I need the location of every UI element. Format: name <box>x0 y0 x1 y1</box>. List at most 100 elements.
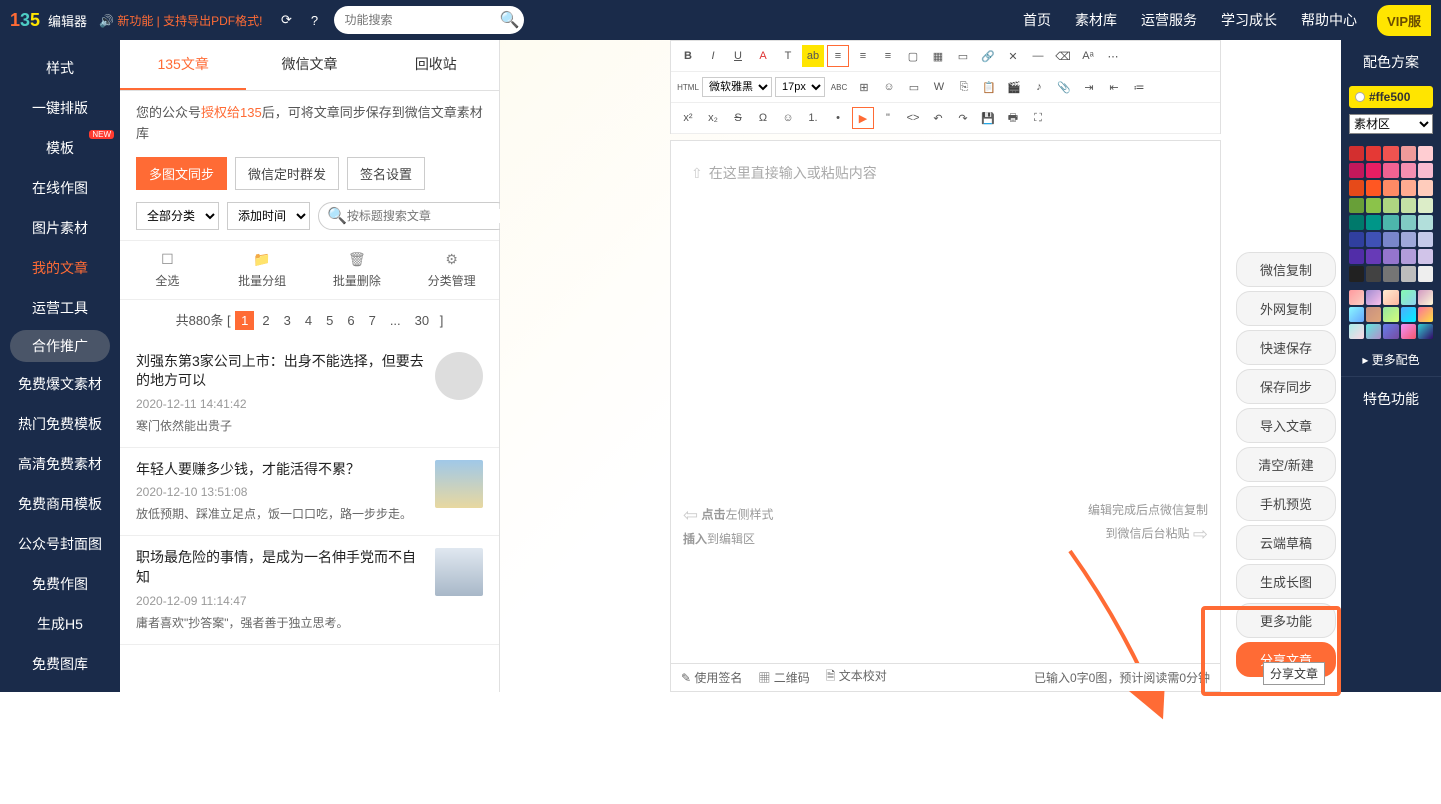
sup-icon[interactable]: x² <box>677 107 699 129</box>
color-swatch[interactable] <box>1401 266 1416 281</box>
color-swatch[interactable] <box>1349 163 1364 178</box>
tab-trash[interactable]: 回收站 <box>373 40 499 90</box>
color-swatch[interactable] <box>1418 163 1433 178</box>
action-button[interactable]: 清空/新建 <box>1236 447 1336 482</box>
features-title[interactable]: 特色功能 <box>1341 376 1441 421</box>
color-swatch[interactable] <box>1383 215 1398 230</box>
table-icon[interactable]: ⊞ <box>853 76 875 98</box>
sidenav-item[interactable]: 生成H5 <box>0 604 120 644</box>
save-icon[interactable]: 💾 <box>977 107 999 129</box>
help-icon[interactable]: ? <box>303 9 325 31</box>
color-swatch[interactable] <box>1401 232 1416 247</box>
action-button[interactable]: 保存同步 <box>1236 369 1336 404</box>
color-swatch[interactable] <box>1401 163 1416 178</box>
gradient-swatch[interactable] <box>1418 307 1433 322</box>
color-swatch[interactable] <box>1349 215 1364 230</box>
sidenav-item[interactable]: 我的文章 <box>0 248 120 288</box>
page-link[interactable]: 1 <box>235 311 254 330</box>
page-link[interactable]: 3 <box>278 311 297 330</box>
hr-icon[interactable]: — <box>1027 45 1049 67</box>
color-swatch[interactable] <box>1383 180 1398 195</box>
color-swatch[interactable] <box>1383 198 1398 213</box>
unlink-icon[interactable]: ✕ <box>1002 45 1024 67</box>
action-button[interactable]: 微信复制 <box>1236 252 1336 287</box>
print-icon[interactable]: 🖶 <box>1002 107 1024 129</box>
color-swatch[interactable] <box>1366 215 1381 230</box>
color-swatch[interactable] <box>1401 215 1416 230</box>
align-right-icon[interactable]: ≡ <box>877 45 899 67</box>
attach-icon[interactable]: 📎 <box>1053 76 1075 98</box>
color-swatch[interactable] <box>1366 180 1381 195</box>
color-swatch[interactable] <box>1349 232 1364 247</box>
signature-button[interactable]: 签名设置 <box>347 157 425 190</box>
announce[interactable]: 🔊 新功能 | 支持导出PDF格式! <box>99 12 262 29</box>
foot-proofread[interactable]: 🗎 文本校对 <box>826 667 887 688</box>
color-swatch[interactable] <box>1418 232 1433 247</box>
color-swatch[interactable] <box>1349 266 1364 281</box>
format-icon[interactable]: Aᵃ <box>1077 45 1099 67</box>
foot-qrcode[interactable]: ▦ 二维码 <box>758 669 809 686</box>
code-icon[interactable]: <> <box>902 107 924 129</box>
gradient-swatch[interactable] <box>1349 307 1364 322</box>
color-swatch[interactable] <box>1418 266 1433 281</box>
more-icon[interactable]: ⋯ <box>1102 45 1124 67</box>
color-swatch[interactable] <box>1418 215 1433 230</box>
menu-home[interactable]: 首页 <box>1023 10 1051 30</box>
gradient-swatch[interactable] <box>1418 290 1433 305</box>
align-left-icon[interactable]: ≡ <box>827 45 849 67</box>
ol-icon[interactable]: 1. <box>802 107 824 129</box>
color-swatch[interactable] <box>1349 146 1364 161</box>
gradient-swatch[interactable] <box>1383 324 1398 339</box>
sidenav-item[interactable]: 阅读量双12 <box>0 764 120 804</box>
color-swatch[interactable] <box>1349 180 1364 195</box>
ul-icon[interactable]: • <box>827 107 849 129</box>
sidenav-item[interactable]: 免费测试涨粉 <box>0 684 120 724</box>
gradient-swatch[interactable] <box>1349 324 1364 339</box>
gradient-swatch[interactable] <box>1401 324 1416 339</box>
action-button[interactable]: 更多功能 <box>1236 603 1336 638</box>
underline-icon[interactable]: U <box>727 45 749 67</box>
color-swatch[interactable] <box>1383 146 1398 161</box>
page-link[interactable]: 30 <box>409 311 435 330</box>
sidenav-item[interactable]: 模板NEW <box>0 128 120 168</box>
menu-help[interactable]: 帮助中心 <box>1301 10 1357 30</box>
color-swatch[interactable] <box>1383 249 1398 264</box>
sync-button[interactable]: 多图文同步 <box>136 157 227 190</box>
schedule-button[interactable]: 微信定时群发 <box>235 157 339 190</box>
color-swatch[interactable] <box>1383 232 1398 247</box>
sidenav-item[interactable]: 一键排版 <box>0 88 120 128</box>
strike-icon[interactable]: S <box>727 107 749 129</box>
color-swatch[interactable] <box>1418 180 1433 195</box>
refresh-icon[interactable]: ⟳ <box>275 9 297 31</box>
sidenav-item[interactable]: 合作推广 <box>10 330 110 362</box>
color-swatch[interactable] <box>1366 198 1381 213</box>
sidenav-item[interactable]: 免费图库 <box>0 644 120 684</box>
color-swatch[interactable] <box>1349 249 1364 264</box>
page-link[interactable]: 6 <box>341 311 360 330</box>
sidenav-item[interactable]: SVG互动排版 <box>0 724 120 764</box>
gradient-swatch[interactable] <box>1366 290 1381 305</box>
copy-icon[interactable]: ⎘ <box>953 76 975 98</box>
sidenav-item[interactable]: 高清免费素材 <box>0 444 120 484</box>
video-icon[interactable]: ▭ <box>952 45 974 67</box>
foot-signature[interactable]: ✎ 使用签名 <box>681 669 742 686</box>
article-item[interactable]: 年轻人要赚多少钱，才能活得不累？2020-12-10 13:51:08放低预期、… <box>120 448 499 537</box>
wechat-icon[interactable]: W <box>928 76 950 98</box>
smile-icon[interactable]: ☺ <box>777 107 799 129</box>
italic-icon[interactable]: I <box>702 45 724 67</box>
vip-badge[interactable]: VIP服 <box>1377 5 1431 36</box>
page-link[interactable]: 2 <box>256 311 275 330</box>
redo-icon[interactable]: ↷ <box>952 107 974 129</box>
action-button[interactable]: 外网复制 <box>1236 291 1336 326</box>
color-swatch[interactable] <box>1401 180 1416 195</box>
color-swatch[interactable] <box>1366 232 1381 247</box>
sidenav-item[interactable]: 运营工具 <box>0 288 120 328</box>
color-swatch[interactable] <box>1366 249 1381 264</box>
color-swatch[interactable] <box>1418 198 1433 213</box>
color-swatch[interactable] <box>1401 146 1416 161</box>
sidenav-item[interactable]: 热门免费模板 <box>0 404 120 444</box>
sort-select[interactable]: 添加时间 <box>227 202 310 230</box>
sub-icon[interactable]: x₂ <box>702 107 724 129</box>
sidenav-item[interactable]: 在线作图 <box>0 168 120 208</box>
menu-assets[interactable]: 素材库 <box>1075 10 1117 30</box>
